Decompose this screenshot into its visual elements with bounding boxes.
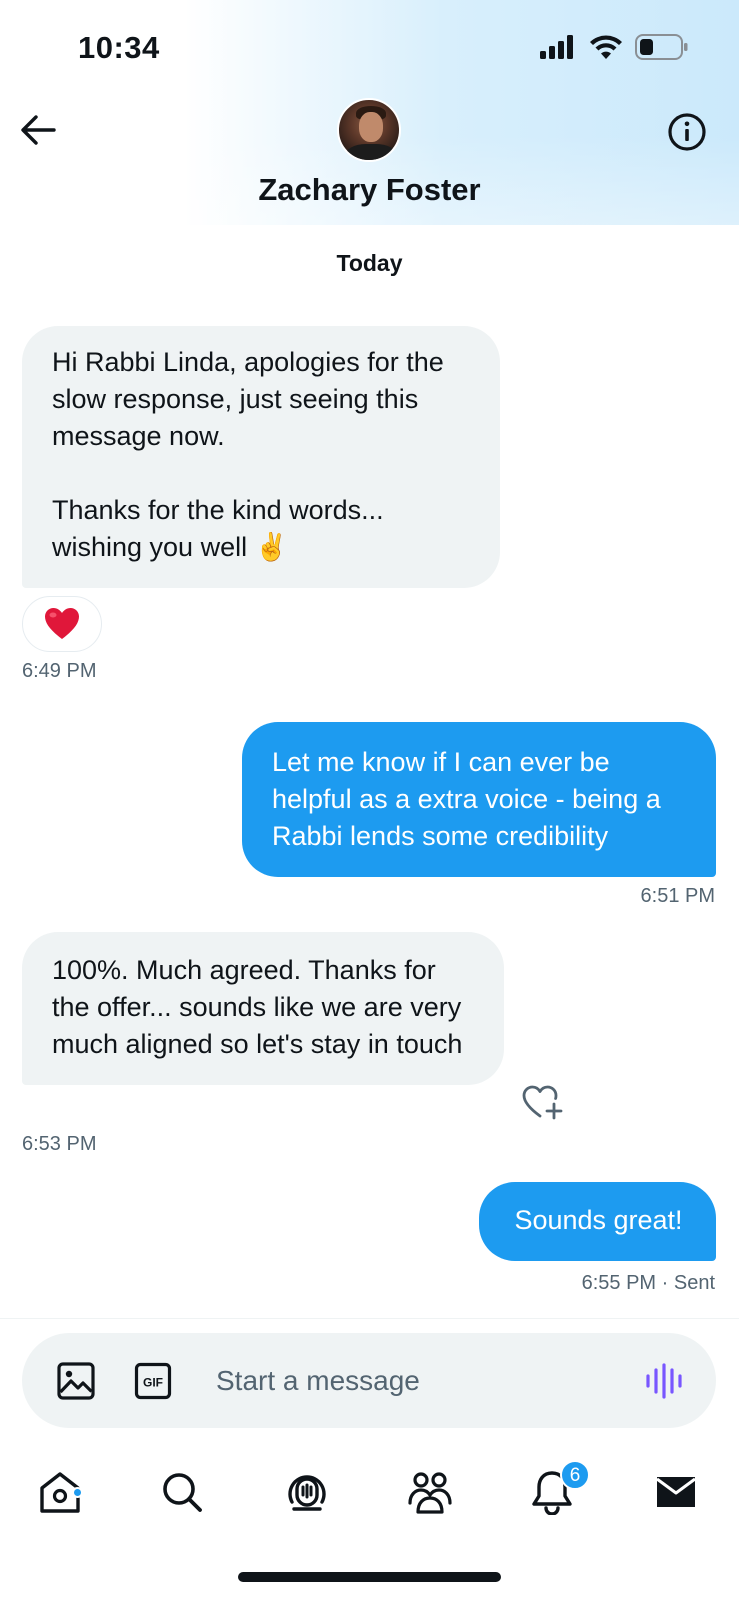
heart-icon — [45, 608, 79, 639]
gif-button[interactable]: GIF — [134, 1362, 172, 1400]
home-new-dot — [72, 1486, 83, 1498]
message-timestamp: 6:55 PM — [581, 1272, 657, 1294]
add-reaction-button[interactable] — [521, 1082, 565, 1122]
message-bubble-outgoing[interactable]: Sounds great! — [479, 1182, 716, 1261]
message-bubble-outgoing[interactable]: Let me know if I can ever be helpful as … — [242, 722, 716, 877]
tab-communities[interactable] — [402, 1464, 458, 1520]
info-button[interactable] — [667, 112, 707, 152]
tab-search[interactable] — [154, 1464, 210, 1520]
message-text: Let me know if I can ever be helpful as … — [272, 747, 661, 851]
avatar-shirt — [345, 144, 397, 160]
back-button[interactable] — [18, 110, 58, 150]
battery-icon — [635, 34, 688, 60]
voice-icon — [646, 1363, 682, 1399]
message-bubble-incoming[interactable]: Hi Rabbi Linda, apologies for the slow r… — [22, 326, 500, 588]
message-text: 100%. Much agreed. Thanks for the offer.… — [52, 955, 463, 1059]
search-icon — [163, 1473, 202, 1512]
spaces-icon — [288, 1475, 326, 1511]
tab-messages[interactable] — [648, 1464, 704, 1520]
communities-icon — [408, 1472, 452, 1514]
info-icon — [668, 113, 706, 151]
add-photo-button[interactable] — [56, 1361, 96, 1401]
home-indicator — [238, 1572, 501, 1582]
notification-badge: 6 — [560, 1460, 590, 1490]
gif-icon: GIF — [134, 1362, 172, 1400]
message-sent-status: · Sent — [656, 1272, 715, 1294]
tab-notifications[interactable]: 6 — [524, 1460, 590, 1520]
contact-name[interactable]: Zachary Foster — [0, 172, 739, 208]
gif-label: GIF — [143, 1376, 163, 1390]
message-text: Sounds great! — [514, 1205, 683, 1235]
message-timestamp: 6:53 PM — [22, 1133, 97, 1155]
message-timestamp: 6:51 PM — [640, 885, 715, 907]
tab-home[interactable] — [32, 1464, 88, 1520]
avatar[interactable] — [337, 98, 401, 162]
status-icons — [539, 34, 689, 60]
message-timestamp-status: 6:55 PM · Sent — [582, 1272, 715, 1295]
day-label: Today — [336, 250, 403, 276]
image-icon — [57, 1362, 95, 1400]
envelope-icon — [656, 1477, 696, 1507]
signal-icon — [540, 35, 573, 59]
message-bubble-incoming[interactable]: 100%. Much agreed. Thanks for the offer.… — [22, 932, 504, 1085]
message-reaction[interactable]: ❤️ — [22, 596, 102, 652]
avatar-face — [359, 112, 383, 142]
bottom-tab-bar: 6 — [0, 1452, 739, 1532]
voice-message-button[interactable] — [644, 1362, 684, 1400]
heart-plus-icon — [522, 1085, 563, 1120]
divider — [0, 1318, 739, 1319]
message-input[interactable] — [216, 1353, 616, 1409]
message-timestamp: 6:49 PM — [22, 660, 97, 682]
wifi-icon — [590, 35, 622, 59]
back-arrow-icon — [21, 115, 56, 145]
message-text: Hi Rabbi Linda, apologies for the slow r… — [52, 347, 444, 562]
tab-spaces[interactable] — [279, 1464, 335, 1520]
status-time: 10:34 — [78, 30, 160, 65]
message-composer: GIF — [22, 1333, 716, 1428]
